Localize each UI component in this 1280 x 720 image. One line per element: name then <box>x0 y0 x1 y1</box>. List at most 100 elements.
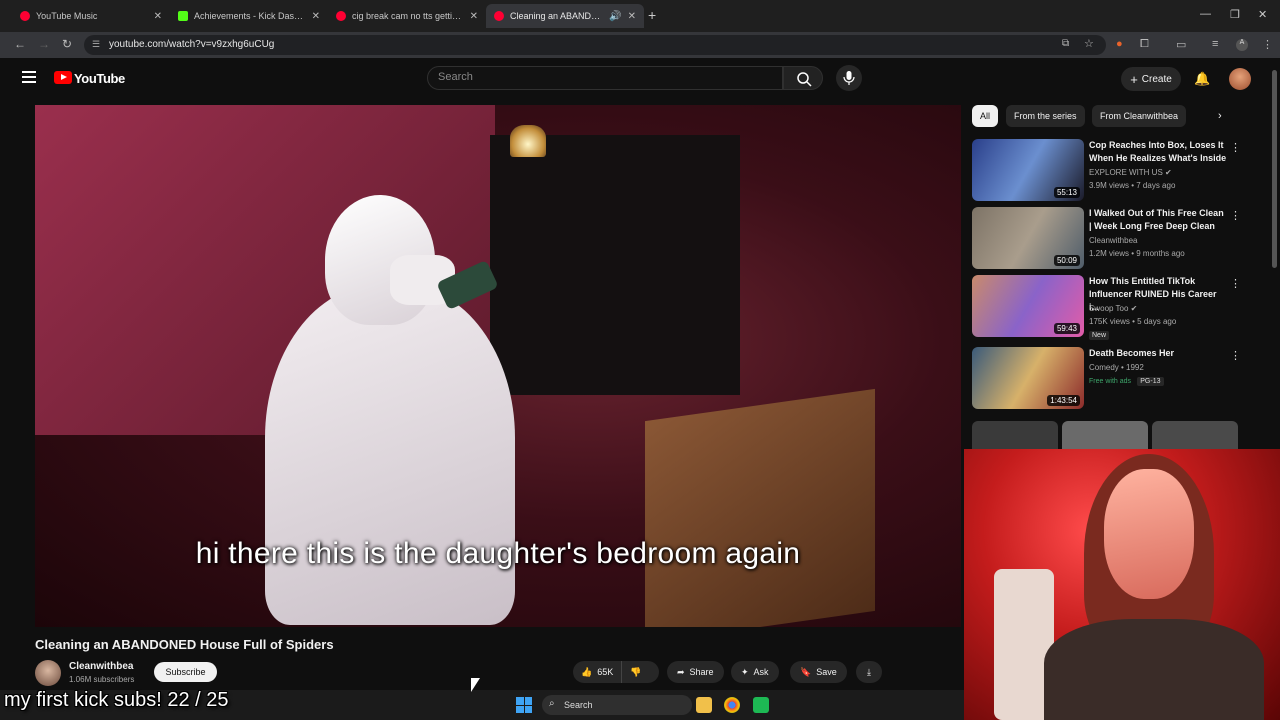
chevron-right-icon[interactable]: › <box>1218 110 1222 122</box>
recommendation-item[interactable]: 59:43 How This Entitled TikTok Influence… <box>972 275 1262 340</box>
youtube-favicon-icon <box>494 11 504 21</box>
new-tab-icon[interactable]: + <box>648 7 656 23</box>
youtube-music-favicon-icon <box>20 11 30 21</box>
share-button[interactable]: ➦ Share <box>667 661 724 683</box>
like-dislike-group: 👍 65K 👎 <box>573 661 659 683</box>
create-label: Create <box>1141 73 1172 85</box>
rating-badge: PG-13 <box>1137 377 1164 386</box>
app-icon[interactable] <box>753 697 769 713</box>
minimize-icon[interactable]: — <box>1200 8 1211 20</box>
plus-icon: + <box>1130 71 1138 87</box>
video-player[interactable]: hi there this is the daughter's bedroom … <box>35 105 961 627</box>
recommendation-thumbnail[interactable]: 59:43 <box>972 275 1084 337</box>
recommendation-title[interactable]: I Walked Out of This Free Clean | Week L… <box>1089 207 1227 233</box>
browser-tab-youtube-music[interactable]: YouTube Music ✕ <box>12 4 170 28</box>
chip-from-channel[interactable]: From Cleanwithbea <box>1092 105 1187 127</box>
recommendation-thumbnail[interactable]: 50:09 <box>972 207 1084 269</box>
recommendation-channel[interactable]: Swoop Too <box>1089 304 1128 313</box>
hamburger-menu-icon[interactable] <box>22 71 36 83</box>
extensions-puzzle-icon[interactable]: ⧠ <box>1140 38 1149 51</box>
browser-tab-active-video[interactable]: Cleaning an ABANDONED | 🔊 ✕ <box>486 4 644 28</box>
channel-name[interactable]: Cleanwithbea <box>69 661 133 672</box>
more-options-icon[interactable]: ⋮ <box>1230 209 1241 222</box>
sparkle-icon: ✦ <box>741 666 749 677</box>
recommendation-item[interactable]: 1:43:54 Death Becomes Her Comedy • 1992 … <box>972 347 1262 411</box>
youtube-logo-text[interactable]: YouTube <box>74 71 125 86</box>
install-icon[interactable]: ⧉ <box>1062 38 1069 49</box>
thumbs-up-icon: 👍 <box>581 666 593 677</box>
recommendation-channel[interactable]: Cleanwithbea <box>1089 236 1137 245</box>
close-tab-icon[interactable]: ✕ <box>154 11 162 22</box>
video-title: Cleaning an ABANDONED House Full of Spid… <box>35 637 334 652</box>
video-duration: 1:43:54 <box>1047 395 1080 406</box>
microphone-icon <box>843 71 855 85</box>
thumbs-down-icon: 👎 <box>630 666 642 677</box>
video-duration: 50:09 <box>1053 255 1080 266</box>
recommendation-channel[interactable]: EXPLORE WITH US <box>1089 168 1163 177</box>
recommendation-meta: 3.9M views • 7 days ago <box>1089 181 1176 190</box>
ask-button[interactable]: ✦ Ask <box>731 661 779 683</box>
close-tab-icon[interactable]: ✕ <box>628 11 636 22</box>
profile-icon[interactable]: A <box>1236 39 1248 51</box>
recommendation-thumbnail[interactable]: 55:13 <box>972 139 1084 201</box>
like-button[interactable]: 👍 65K <box>573 661 623 683</box>
chip-all[interactable]: All <box>972 105 999 127</box>
share-label: Share <box>689 667 714 677</box>
ask-label: Ask <box>753 667 769 677</box>
recommendation-item[interactable]: 50:09 I Walked Out of This Free Clean | … <box>972 207 1262 271</box>
back-icon[interactable]: ← <box>14 37 26 51</box>
sidebar-icon[interactable]: ▭ <box>1176 38 1186 51</box>
subscribe-button[interactable]: Subscribe <box>154 662 217 682</box>
tab-search-icon[interactable]: ≡ <box>1212 38 1218 50</box>
bookmark-star-icon[interactable]: ☆ <box>1084 37 1094 50</box>
recommendation-thumbnail-partial[interactable] <box>1062 421 1148 449</box>
search-input[interactable]: Search <box>438 71 473 83</box>
more-options-icon[interactable]: ⋮ <box>1230 141 1241 154</box>
address-bar[interactable]: ☰ youtube.com/watch?v=v9zxhg6uCUg ⧉ ☆ <box>84 35 1106 55</box>
share-arrow-icon: ➦ <box>677 666 685 677</box>
search-icon: ⌕ <box>549 698 555 709</box>
more-options-icon[interactable]: ⋮ <box>1230 277 1241 290</box>
download-button[interactable]: ⤓ <box>856 661 882 683</box>
extension-icon[interactable]: ● <box>1116 38 1123 50</box>
forward-icon[interactable]: → <box>38 37 50 51</box>
recommendation-thumbnail-partial[interactable] <box>972 421 1058 449</box>
create-button[interactable]: + Create <box>1121 67 1181 91</box>
save-button[interactable]: 🔖 Save <box>790 661 847 683</box>
recommendation-thumbnail-partial[interactable] <box>1152 421 1238 449</box>
close-tab-icon[interactable]: ✕ <box>312 11 320 22</box>
recommendation-title[interactable]: Death Becomes Her <box>1089 347 1227 360</box>
kick-favicon-icon <box>178 11 188 21</box>
more-options-icon[interactable]: ⋮ <box>1230 349 1241 362</box>
voice-search-button[interactable] <box>836 65 862 91</box>
file-explorer-icon[interactable] <box>696 697 712 713</box>
windows-start-icon[interactable] <box>516 697 532 713</box>
chip-from-the-series[interactable]: From the series <box>1006 105 1085 127</box>
new-badge: New <box>1089 331 1110 340</box>
recommendation-thumbnail[interactable]: 1:43:54 <box>972 347 1084 409</box>
browser-tab-cig-break[interactable]: cig break cam no tts getting Ja ✕ <box>328 4 486 28</box>
account-avatar[interactable] <box>1229 68 1251 90</box>
search-field[interactable]: Search <box>427 66 783 90</box>
reload-icon[interactable]: ↻ <box>62 37 72 51</box>
page-scrollbar[interactable] <box>1272 70 1277 268</box>
taskbar-search[interactable]: ⌕ Search <box>542 695 692 715</box>
youtube-logo-icon[interactable] <box>54 71 72 84</box>
site-info-icon[interactable]: ☰ <box>92 39 100 50</box>
dislike-button[interactable]: 👎 <box>622 667 649 678</box>
close-tab-icon[interactable]: ✕ <box>470 11 478 22</box>
close-window-icon[interactable]: ✕ <box>1258 8 1267 21</box>
bookmark-icon: 🔖 <box>800 666 812 677</box>
channel-avatar[interactable] <box>35 660 61 686</box>
search-button[interactable] <box>783 66 823 90</box>
chrome-icon[interactable] <box>724 697 740 713</box>
maximize-icon[interactable]: ❐ <box>1230 8 1240 21</box>
mute-tab-icon[interactable]: 🔊 <box>609 11 621 22</box>
recommendation-title[interactable]: Cop Reaches Into Box, Loses It When He R… <box>1089 139 1227 165</box>
recommendation-meta: 175K views • 5 days ago <box>1089 317 1177 326</box>
browser-menu-icon[interactable]: ⋮ <box>1262 38 1273 51</box>
verified-check-icon: ✔ <box>1165 168 1172 177</box>
recommendation-item[interactable]: 55:13 Cop Reaches Into Box, Loses It Whe… <box>972 139 1262 203</box>
browser-tab-kick-dashboard[interactable]: Achievements - Kick Dashboard ✕ <box>170 4 328 28</box>
notifications-bell-icon[interactable]: 🔔 <box>1194 71 1210 87</box>
